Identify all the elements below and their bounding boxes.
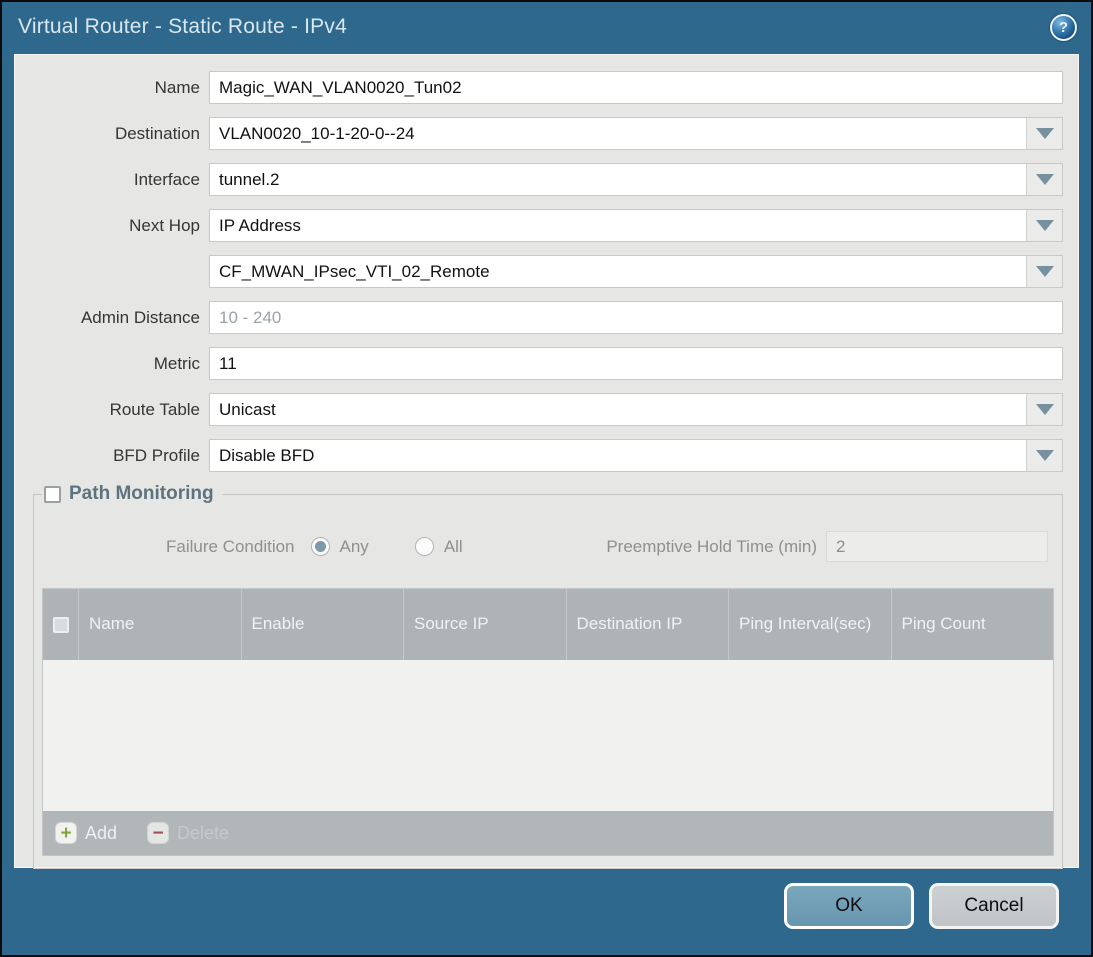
chevron-down-icon: [1036, 128, 1054, 139]
path-monitoring-checkbox[interactable]: [44, 486, 61, 503]
next-hop-address-value[interactable]: CF_MWAN_IPsec_VTI_02_Remote: [210, 262, 1026, 282]
name-input[interactable]: [210, 72, 1062, 103]
preemptive-hold-time-input[interactable]: [826, 531, 1048, 562]
delete-button[interactable]: − Delete: [147, 822, 229, 844]
next-hop-label: Next Hop: [15, 216, 209, 236]
table-body-empty: [43, 660, 1053, 811]
add-button-label: Add: [85, 823, 117, 844]
bfd-profile-row: BFD Profile Disable BFD: [15, 439, 1063, 472]
radio-any[interactable]: [311, 537, 330, 556]
bfd-profile-dropdown-button[interactable]: [1026, 440, 1062, 471]
path-monitoring-section: Path Monitoring Failure Condition Any Al…: [33, 494, 1063, 869]
next-hop-row: Next Hop IP Address: [15, 209, 1063, 242]
add-button[interactable]: + Add: [55, 822, 117, 844]
chevron-down-icon: [1036, 266, 1054, 277]
interface-row: Interface tunnel.2: [15, 163, 1063, 196]
radio-all[interactable]: [415, 537, 434, 556]
bfd-profile-label: BFD Profile: [15, 446, 209, 466]
admin-distance-input[interactable]: [210, 302, 1062, 333]
plus-icon: +: [55, 822, 77, 844]
name-label: Name: [15, 78, 209, 98]
dialog-footer: OK Cancel: [784, 883, 1059, 929]
column-header-source-ip: Source IP: [404, 589, 567, 660]
help-icon[interactable]: ?: [1050, 14, 1077, 41]
metric-input[interactable]: [210, 348, 1062, 379]
preemptive-hold-time-label: Preemptive Hold Time (min): [606, 537, 817, 557]
table-toolbar: + Add − Delete: [43, 811, 1053, 855]
destination-combo: VLAN0020_10-1-20-0--24: [209, 117, 1063, 150]
cancel-button[interactable]: Cancel: [929, 883, 1059, 929]
bfd-profile-combo: Disable BFD: [209, 439, 1063, 472]
path-monitoring-table: Name Enable Source IP Destination IP Pin…: [42, 588, 1054, 856]
table-header: Name Enable Source IP Destination IP Pin…: [43, 589, 1053, 660]
route-table-label: Route Table: [15, 400, 209, 420]
interface-combo: tunnel.2: [209, 163, 1063, 196]
admin-distance-row: Admin Distance: [15, 301, 1063, 334]
name-row: Name: [15, 71, 1063, 104]
next-hop-address-dropdown-button[interactable]: [1026, 256, 1062, 287]
column-header-name: Name: [79, 589, 242, 660]
route-table-combo: Unicast: [209, 393, 1063, 426]
route-table-value[interactable]: Unicast: [210, 400, 1026, 420]
route-table-row: Route Table Unicast: [15, 393, 1063, 426]
column-header-ping-interval: Ping Interval(sec): [729, 589, 892, 660]
column-header-destination-ip: Destination IP: [567, 589, 730, 660]
chevron-down-icon: [1036, 404, 1054, 415]
destination-dropdown-button[interactable]: [1026, 118, 1062, 149]
chevron-down-icon: [1036, 450, 1054, 461]
dialog-body: Name Destination VLAN0020_10-1-20-0--24 …: [14, 54, 1079, 868]
name-field-wrap: [209, 71, 1063, 104]
select-all-checkbox[interactable]: [53, 617, 69, 633]
next-hop-dropdown-button[interactable]: [1026, 210, 1062, 241]
column-header-enable: Enable: [242, 589, 405, 660]
failure-condition-label: Failure Condition: [166, 537, 295, 557]
interface-dropdown-button[interactable]: [1026, 164, 1062, 195]
radio-any-label: Any: [340, 537, 369, 557]
ok-button[interactable]: OK: [784, 883, 914, 929]
destination-label: Destination: [15, 124, 209, 144]
static-route-dialog: Virtual Router - Static Route - IPv4 ? N…: [0, 0, 1093, 957]
titlebar: Virtual Router - Static Route - IPv4 ?: [2, 2, 1091, 52]
admin-distance-field-wrap: [209, 301, 1063, 334]
destination-row: Destination VLAN0020_10-1-20-0--24: [15, 117, 1063, 150]
delete-button-label: Delete: [177, 823, 229, 844]
header-checkbox-cell: [43, 589, 79, 660]
preemptive-hold-time-group: Preemptive Hold Time (min): [606, 531, 1048, 562]
next-hop-address-row: CF_MWAN_IPsec_VTI_02_Remote: [15, 255, 1063, 288]
admin-distance-label: Admin Distance: [15, 308, 209, 328]
chevron-down-icon: [1036, 174, 1054, 185]
metric-field-wrap: [209, 347, 1063, 380]
minus-icon: −: [147, 822, 169, 844]
path-monitoring-legend: Path Monitoring: [42, 483, 222, 505]
chevron-down-icon: [1036, 220, 1054, 231]
next-hop-combo: IP Address: [209, 209, 1063, 242]
destination-value[interactable]: VLAN0020_10-1-20-0--24: [210, 124, 1026, 144]
route-table-dropdown-button[interactable]: [1026, 394, 1062, 425]
next-hop-address-combo: CF_MWAN_IPsec_VTI_02_Remote: [209, 255, 1063, 288]
bfd-profile-value[interactable]: Disable BFD: [210, 446, 1026, 466]
radio-all-label: All: [444, 537, 463, 557]
path-monitoring-title: Path Monitoring: [69, 483, 214, 505]
path-monitoring-controls: Failure Condition Any All Preemptive Hol…: [42, 525, 1054, 580]
interface-value[interactable]: tunnel.2: [210, 170, 1026, 190]
column-header-ping-count: Ping Count: [892, 589, 1054, 660]
next-hop-value[interactable]: IP Address: [210, 216, 1026, 236]
failure-condition-radios: Any All: [295, 537, 493, 557]
dialog-title: Virtual Router - Static Route - IPv4: [18, 15, 347, 39]
metric-label: Metric: [15, 354, 209, 374]
interface-label: Interface: [15, 170, 209, 190]
metric-row: Metric: [15, 347, 1063, 380]
